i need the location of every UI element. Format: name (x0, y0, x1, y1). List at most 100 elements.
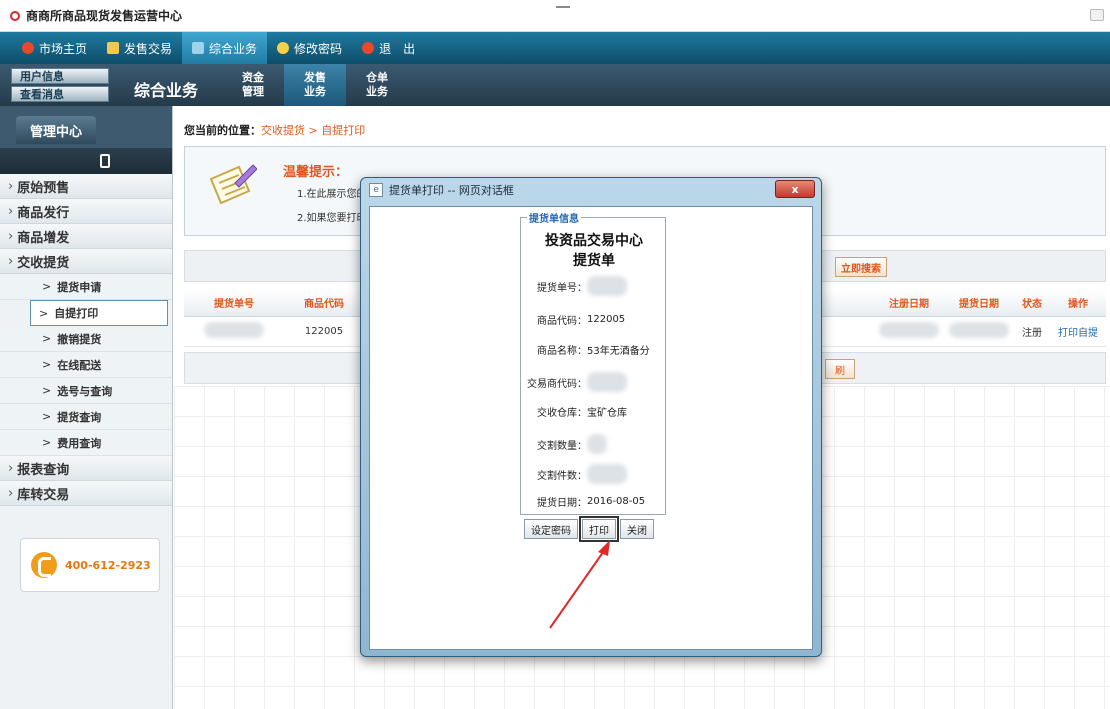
refresh-button[interactable]: 刷 (825, 359, 855, 379)
sidebar-subitem-label: 提货查询 (57, 410, 102, 424)
field-value: 宝矿仓库 (587, 408, 627, 419)
sidebar-subitem-label: 自提打印 (54, 307, 99, 320)
breadcrumb: 您当前的位置：交收提货 > 自提打印 (184, 122, 365, 138)
sidebar-item-label: 交收提货 (17, 255, 70, 271)
nav-market-home[interactable]: 市场主页 (12, 32, 97, 64)
tip-title: 温馨提示： (283, 165, 349, 180)
window-control-button[interactable] (1090, 9, 1104, 21)
window-title: 商商所商品现货发售运营中心 (26, 9, 183, 23)
browser-page-icon: e (369, 183, 383, 197)
sidebar-subitem-pickup-application[interactable]: > 提货申请 (0, 274, 172, 300)
sidebar-subitem-number-selection[interactable]: > 选号与查询 (0, 378, 172, 404)
user-info-button[interactable]: 用户信息 (11, 68, 109, 84)
sidebar-item-label: 原始预售 (17, 180, 70, 196)
tab-line: 仓单 (366, 71, 388, 84)
sidebar-subitem-fee-query[interactable]: > 费用查询 (0, 430, 172, 456)
print-self-pickup-link[interactable]: 打印自提 (1058, 328, 1098, 339)
status-cell: 注册 (1014, 316, 1050, 347)
field-label: 商品代码： (537, 316, 587, 327)
nav-label: 修改密码 (294, 41, 343, 56)
tip-line: 1.在此展示您的 (297, 189, 367, 200)
redacted-value (879, 321, 939, 338)
dialog-close-button[interactable]: x (775, 180, 815, 198)
print-dialog: e 提货单打印 -- 网页对话框 x 提货单信息 投资品交易中心 提货单 提货单… (360, 177, 822, 657)
sidebar-item-label: 商品发行 (17, 205, 70, 221)
register-date-cell (874, 316, 944, 347)
title-bar-indicator (556, 6, 570, 8)
sidebar-subitem-label: 提货申请 (57, 280, 102, 294)
field-delivery-quantity: 交割数量： (537, 434, 607, 454)
sidebar-header: 管理中心 (0, 106, 172, 148)
column-header: 状态 (1014, 290, 1050, 317)
hotline-number: 400-612-2923 (65, 558, 151, 572)
set-password-button[interactable]: 设定密码 (524, 519, 578, 539)
dialog-title: 提货单打印 -- 网页对话框 (389, 184, 514, 197)
action-cell: 打印自提 (1050, 316, 1106, 347)
page-icon[interactable] (100, 154, 110, 168)
redacted-value (949, 321, 1009, 338)
field-pickup-date: 提货日期： 2016-08-05 (537, 494, 645, 509)
sidebar-item-warehouse-transfer[interactable]: › 库转交易 (0, 481, 172, 506)
nav-issue-trade[interactable]: 发售交易 (97, 32, 182, 64)
sidebar-item-product-additional-issue[interactable]: › 商品增发 (0, 224, 172, 249)
field-delivery-pieces: 交割件数： (537, 464, 627, 484)
tab-fund-management[interactable]: 资金 管理 (222, 64, 284, 106)
field-label: 提货单号： (537, 282, 587, 294)
fieldset-legend: 提货单信息 (527, 210, 581, 225)
sidebar-subitem-self-pickup-print[interactable]: > 自提打印 (30, 300, 168, 326)
sidebar-item-product-issue[interactable]: › 商品发行 (0, 199, 172, 224)
chevron-right-icon: > (42, 410, 52, 423)
pickup-info-fieldset: 提货单信息 投资品交易中心 提货单 提货单号： 商品代码： 122005 商品名称… (520, 210, 666, 515)
redacted-value (587, 372, 627, 392)
nav-logout[interactable]: 退 出 (352, 32, 425, 64)
field-label: 交割件数： (537, 470, 587, 482)
phone-icon (31, 552, 57, 578)
view-messages-button[interactable]: 查看消息 (11, 86, 109, 102)
sidebar-subitem-label: 选号与查询 (57, 384, 113, 398)
tab-line: 管理 (242, 85, 264, 98)
nav-label: 市场主页 (39, 41, 88, 56)
chevron-right-icon: › (8, 253, 14, 269)
window-titlebar: 商商所商品现货发售运营中心 (0, 0, 1110, 32)
hotline-box: 400-612-2923 (20, 538, 160, 592)
field-label: 提货日期： (537, 498, 587, 509)
pickup-date-cell (944, 316, 1014, 347)
sidebar-subitem-pickup-query[interactable]: > 提货查询 (0, 404, 172, 430)
top-navigation: 市场主页 发售交易 综合业务 修改密码 退 出 (0, 32, 1110, 64)
document-subheading: 提货单 (573, 253, 615, 269)
tab-warehouse-business[interactable]: 仓单 业务 (346, 64, 408, 106)
field-label: 商品名称： (537, 346, 587, 357)
print-button[interactable]: 打印 (579, 516, 619, 542)
sidebar-item-report-query[interactable]: › 报表查询 (0, 456, 172, 481)
monitor-icon (192, 42, 205, 54)
sidebar-item-label: 报表查询 (17, 462, 70, 478)
chevron-right-icon: › (8, 178, 14, 194)
tab-line: 业务 (304, 85, 326, 98)
sidebar-item-delivery-pickup[interactable]: › 交收提货 (0, 249, 172, 274)
sub-tabs: 资金 管理 发售 业务 仓单 业务 (222, 64, 408, 106)
nav-comprehensive-business[interactable]: 综合业务 (182, 32, 268, 64)
column-header: 操作 (1050, 290, 1106, 317)
user-buttons: 用户信息 查看消息 (11, 68, 109, 104)
field-label: 交收仓库： (537, 408, 587, 419)
close-button[interactable]: 关闭 (620, 519, 654, 539)
sidebar-subitem-label: 在线配送 (57, 358, 102, 372)
tab-issue-business[interactable]: 发售 业务 (284, 64, 346, 106)
app-logo-icon (10, 10, 20, 21)
section-title: 综合业务 (134, 81, 199, 100)
field-value: 2016-08-05 (587, 496, 646, 507)
pickup-number-cell (184, 316, 284, 347)
column-header: 提货日期 (944, 290, 1014, 317)
breadcrumb-path[interactable]: 交收提货 > 自提打印 (261, 124, 365, 137)
chevron-right-icon: > (42, 332, 52, 345)
sidebar-item-original-presale[interactable]: › 原始预售 (0, 174, 172, 199)
sidebar-subitem-online-delivery[interactable]: > 在线配送 (0, 352, 172, 378)
search-now-button[interactable]: 立即搜索 (835, 257, 887, 277)
chevron-right-icon: > (42, 280, 52, 293)
tab-line: 业务 (366, 85, 388, 98)
sidebar: 管理中心 › 原始预售 › 商品发行 › 商品增发 › 交收提货 > 提货申请 > 自提打印… (0, 106, 173, 709)
nav-label: 退 出 (379, 41, 416, 56)
management-center-tab[interactable]: 管理中心 (16, 116, 96, 144)
sidebar-subitem-cancel-pickup[interactable]: > 撤销提货 (0, 326, 172, 352)
nav-change-password[interactable]: 修改密码 (267, 32, 352, 64)
